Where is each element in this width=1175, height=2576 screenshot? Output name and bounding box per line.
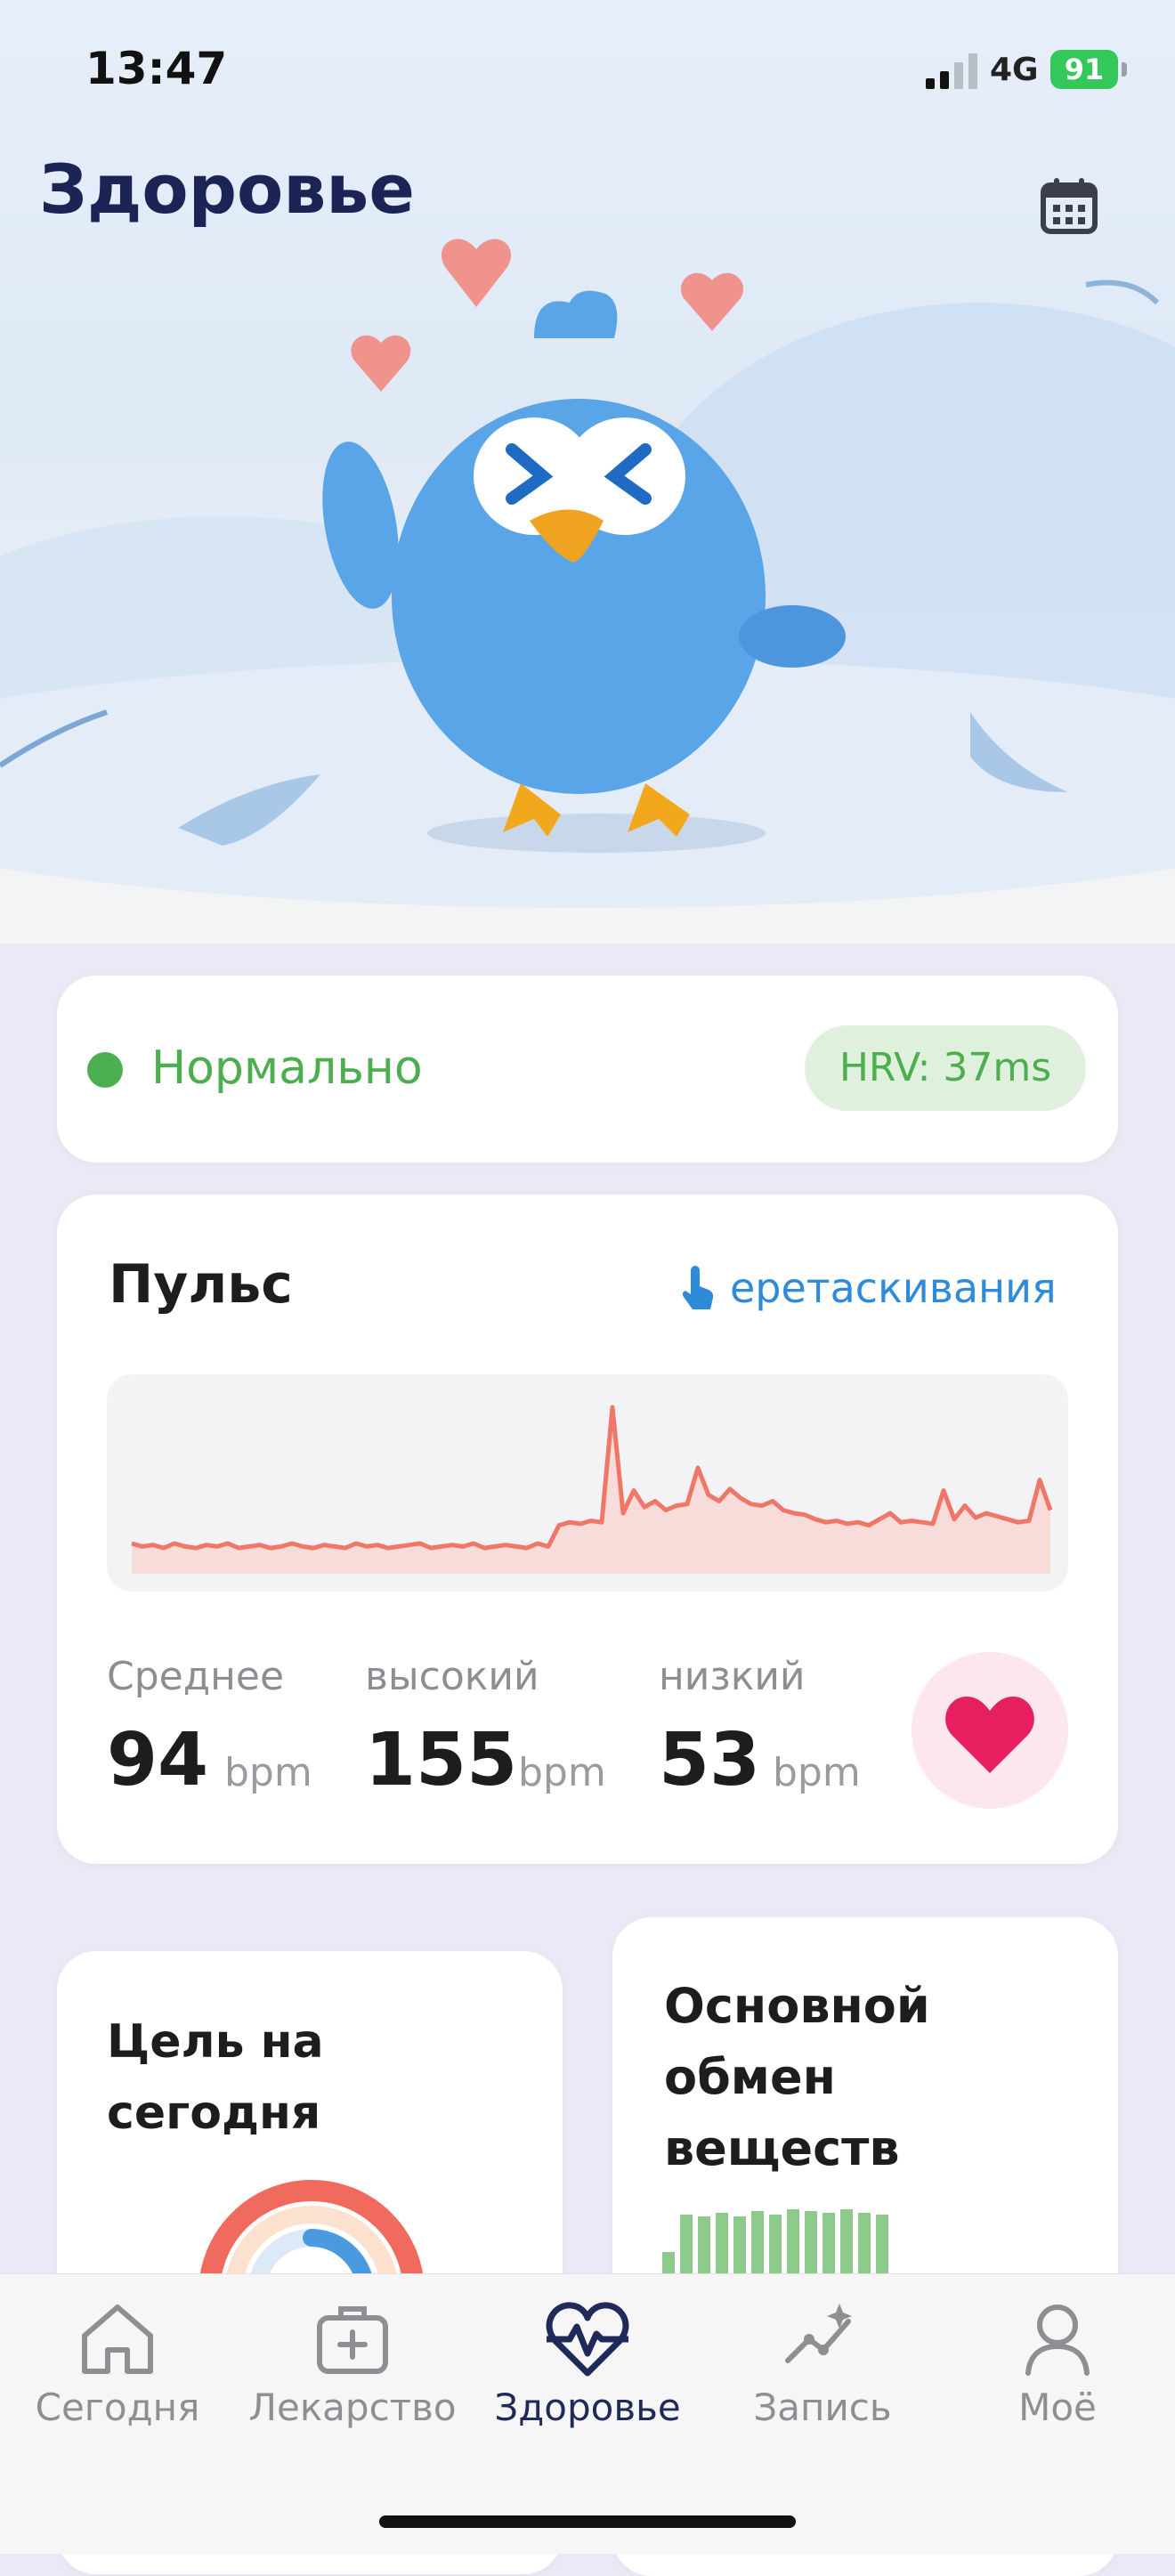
bmr-title: Основной обмен веществ — [664, 1978, 930, 2176]
page-title: Здоровье — [39, 150, 415, 229]
drag-hint[interactable]: еретаскивания — [677, 1257, 1057, 1319]
tab-record[interactable]: Запись — [705, 2298, 940, 2441]
battery-icon: 91 — [1050, 50, 1118, 89]
tab-medicine[interactable]: Лекарство — [235, 2298, 470, 2441]
tab-profile-label: Моё — [1018, 2386, 1097, 2429]
health-status-text: Нормально — [151, 1041, 423, 1095]
drag-hint-text: еретаскивания — [730, 1264, 1057, 1312]
stat-low-label: низкий — [659, 1654, 806, 1699]
home-icon — [82, 2305, 153, 2374]
stat-avg-label: Среднее — [107, 1654, 285, 1699]
tab-record-label: Запись — [753, 2386, 892, 2429]
tab-health-label: Здоровье — [494, 2386, 681, 2429]
hero-banner — [0, 0, 1175, 944]
stat-low-unit: bpm — [773, 1750, 861, 1795]
tab-health[interactable]: Здоровье — [470, 2298, 705, 2441]
sparkle-trend-icon — [785, 2304, 852, 2363]
tab-today-label: Сегодня — [35, 2386, 200, 2429]
status-dot — [87, 1052, 123, 1088]
tab-profile[interactable]: Моё — [940, 2298, 1175, 2441]
stat-high-unit: bpm — [518, 1750, 606, 1795]
heart-icon — [945, 1697, 1034, 1773]
battery-tip — [1122, 62, 1127, 77]
stat-low-value: 53 — [659, 1718, 761, 1802]
pulse-chart[interactable] — [107, 1374, 1068, 1592]
battery-level: 91 — [1064, 53, 1105, 86]
stat-high-value: 155 — [365, 1718, 518, 1802]
stat-avg-unit: bpm — [224, 1750, 312, 1795]
network-label: 4G — [990, 52, 1039, 88]
tab-today[interactable]: Сегодня — [0, 2298, 235, 2441]
daily-goal-title: Цель на сегодня — [107, 2015, 324, 2140]
medicine-kit-icon — [317, 2306, 388, 2374]
heart-pulse-icon — [546, 2302, 629, 2377]
status-bar: 13:47 4G 91 — [0, 0, 1175, 134]
signal-icon — [926, 53, 977, 89]
profile-icon — [1025, 2305, 1090, 2376]
home-indicator — [379, 2515, 796, 2528]
tab-medicine-label: Лекарство — [248, 2386, 457, 2429]
bmr-bars-icon — [662, 2209, 888, 2279]
calendar-icon[interactable] — [1038, 174, 1100, 237]
stat-high-label: высокий — [365, 1654, 539, 1699]
heart-button[interactable] — [912, 1652, 1068, 1809]
stat-avg-value: 94 — [107, 1718, 209, 1802]
touch-drag-icon — [682, 1266, 714, 1309]
pulse-chart-svg — [131, 1405, 1053, 1574]
bird-illustration — [0, 239, 1175, 908]
hrv-badge: HRV: 37ms — [805, 1025, 1086, 1111]
pulse-title: Пульс — [109, 1253, 293, 1316]
status-time: 13:47 — [85, 43, 228, 94]
